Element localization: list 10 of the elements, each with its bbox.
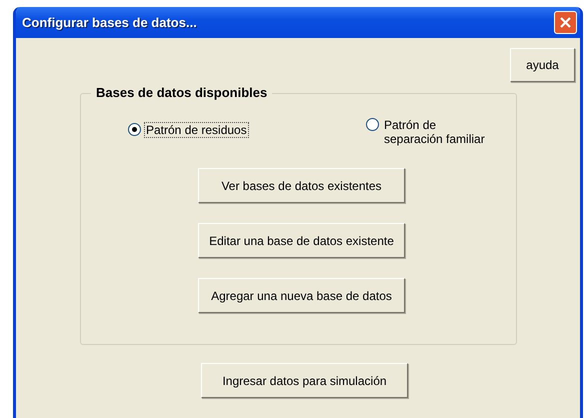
- group-title: Bases de datos disponibles: [91, 85, 272, 100]
- simulation-button[interactable]: Ingresar datos para simulación: [201, 363, 408, 398]
- close-icon: [559, 16, 572, 29]
- action-button[interactable]: Editar una base de datos existente: [198, 223, 405, 258]
- action-button[interactable]: Ver bases de datos existentes: [198, 168, 405, 203]
- close-button[interactable]: [554, 11, 577, 34]
- help-button[interactable]: ayuda: [510, 48, 575, 82]
- window-title: Configurar bases de datos...: [22, 15, 197, 30]
- radio-option[interactable]: Patrón de separación familiar: [366, 117, 496, 146]
- action-button[interactable]: Agregar una nueva base de datos: [198, 278, 405, 313]
